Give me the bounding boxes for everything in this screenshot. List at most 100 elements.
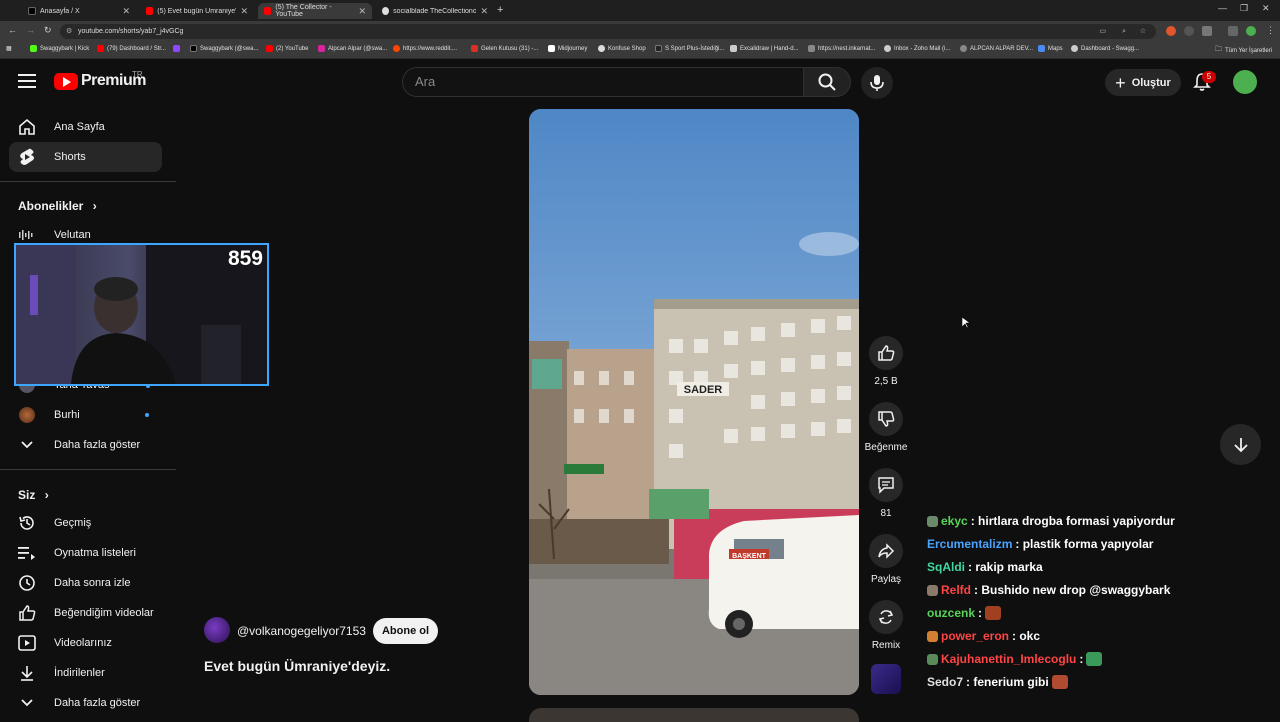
voice-search-button[interactable] [861, 67, 893, 99]
apps-grid-icon[interactable]: ▦ [6, 45, 12, 52]
bookmark-item[interactable]: Konfuse Shop [598, 45, 646, 52]
tab-title: Anasayfa / X [40, 7, 80, 15]
bookmark-item[interactable]: Swaggybark (@swa... [190, 45, 258, 52]
address-bar[interactable]: ⚙ youtube.com/shorts/yab7_j4vGCg ▭ ⌕ ☆ [60, 24, 1156, 39]
remix-button[interactable] [869, 600, 903, 634]
close-tab-icon[interactable]: ✕ [122, 6, 130, 17]
bookmark-item[interactable]: (79) Dashboard / Str... [97, 45, 166, 52]
reload-icon[interactable]: ↻ [44, 25, 52, 36]
clock-icon [18, 574, 36, 592]
browser-tab[interactable]: socialblade TheCollectionofxe ✕ [376, 3, 494, 19]
sidebar-show-more[interactable]: Daha fazla göster [9, 688, 162, 718]
forward-icon[interactable]: → [26, 25, 35, 35]
channel-name[interactable]: @volkanogegeliyor7153 [237, 624, 366, 638]
arrow-down-icon [1233, 437, 1248, 452]
browser-tab-bar: Anasayfa / X ✕ (5) Evet bugün Ümraniye'd… [0, 0, 1280, 21]
comments-button[interactable] [869, 468, 903, 502]
sidebar-item-shorts[interactable]: Shorts [9, 142, 162, 172]
bookmark-item[interactable]: ALPCAN ALPAR DEV... [960, 45, 1033, 52]
dislike-button[interactable] [869, 402, 903, 436]
you-heading[interactable]: Siz › [18, 488, 49, 502]
bookmark-item[interactable]: Inbox - Zoho Mail (i... [884, 45, 950, 52]
bookmark-item[interactable]: Midjourney [548, 45, 587, 52]
profile-avatar-icon[interactable] [1246, 26, 1256, 36]
browser-tab[interactable]: Anasayfa / X ✕ [22, 3, 136, 19]
audio-channel-thumbnail[interactable] [871, 664, 901, 694]
thumbs-up-icon [878, 345, 895, 361]
sidepanel-icon[interactable] [1228, 26, 1238, 36]
chevron-down-icon [18, 436, 36, 454]
bookmark-item[interactable]: https://nest.inkarnat... [808, 45, 875, 52]
browser-tab-active[interactable]: (5) The Collector - YouTube ✕ [258, 3, 372, 19]
bookmark-item[interactable]: Gelen Kutusu (31) -... [471, 45, 538, 52]
sidebar-item-playlists[interactable]: Oynatma listeleri [9, 538, 162, 568]
building-sign-text: SADER [684, 384, 723, 396]
subscriptions-heading[interactable]: Abonelikler › [18, 199, 97, 213]
bookmark-item[interactable] [173, 45, 183, 52]
close-tab-icon[interactable]: ✕ [480, 6, 488, 17]
create-button[interactable]: + Oluştur [1105, 69, 1181, 96]
account-avatar[interactable] [1233, 70, 1257, 94]
sidebar-item-liked-videos[interactable]: Beğendiğim videolar [9, 598, 162, 628]
channel-avatar[interactable] [204, 617, 230, 643]
bookmark-item[interactable]: (2) YouTube [266, 45, 308, 52]
sidebar-item-history[interactable]: Geçmiş [9, 508, 162, 538]
chat-message: Relfd: Bushido new drop @swaggybark [927, 583, 1170, 597]
chat-text: : fenerium gibi [966, 675, 1049, 689]
minimize-icon[interactable]: — [1218, 3, 1227, 13]
bookmarks-bar: ▦ Swaggybark | Kick (79) Dashboard / Str… [0, 42, 1280, 59]
browser-tab[interactable]: (5) Evet bugün Ümraniye'de ✕ [140, 3, 254, 19]
sidebar-item-watch-later[interactable]: Daha sonra izle [9, 568, 162, 598]
sidebar-item-subscription[interactable]: Burhi [9, 400, 162, 430]
bookmark-item[interactable]: S Sport Plus-İstediği... [655, 45, 724, 52]
all-bookmarks-folder[interactable]: 🗀 Tüm Yer İşaretleri [1215, 45, 1272, 56]
search-placeholder: Ara [415, 74, 436, 89]
bookmark-star-icon[interactable]: ☆ [1140, 24, 1146, 39]
extensions-puzzle-icon[interactable] [1202, 26, 1212, 36]
search-input[interactable]: Ara [402, 67, 804, 97]
bookmark-item[interactable]: Excalidraw | Hand-d... [730, 45, 799, 52]
chat-badge-icon [927, 515, 938, 527]
menu-hamburger-icon[interactable] [18, 74, 36, 93]
bookmark-item[interactable]: Swaggybark | Kick [30, 45, 89, 52]
youtube-logo-icon[interactable] [54, 73, 78, 90]
shorts-video-player[interactable]: SADER BAŞKENT [529, 109, 859, 695]
bookmark-item[interactable]: Dashboard - Swagg... [1071, 45, 1139, 52]
extension-icon[interactable] [1166, 26, 1176, 36]
like-button[interactable] [869, 336, 903, 370]
browser-menu-icon[interactable]: ⋮ [1266, 25, 1275, 36]
chat-username: Relfd [941, 583, 971, 597]
shorts-icon [18, 148, 36, 166]
site-info-icon[interactable]: ⚙ [66, 24, 72, 39]
bookmark-item[interactable]: Alpcan Alpar (@swa... [318, 45, 387, 52]
close-window-icon[interactable]: ✕ [1262, 3, 1270, 14]
tab-title: (5) The Collector - YouTube [275, 4, 332, 18]
sidebar-item-downloads[interactable]: İndirilenler [9, 658, 162, 688]
maximize-icon[interactable]: ❐ [1240, 3, 1248, 14]
chat-text: : [1079, 652, 1084, 666]
sidebar-item-label: Beğendiğim videolar [54, 607, 154, 619]
chat-badge-icon [927, 584, 938, 596]
zoom-icon[interactable]: ⌕ [1122, 24, 1126, 39]
subscribe-button[interactable]: Abone ol [373, 618, 438, 644]
search-button[interactable] [803, 67, 851, 97]
bookmark-item[interactable]: https://www.reddit.... [393, 45, 457, 52]
extension-icon[interactable] [1184, 26, 1194, 36]
tab-title: (5) Evet bugün Ümraniye'de [157, 7, 237, 15]
new-tab-icon[interactable]: + [497, 4, 503, 16]
next-video-button[interactable] [1220, 424, 1261, 465]
video-title: Evet bugün Ümraniye'deyiz. [204, 658, 391, 674]
bookmark-item[interactable]: Maps [1038, 45, 1063, 52]
sidebar-item-your-videos[interactable]: Videolarınız [9, 628, 162, 658]
chat-username: SqAldi [927, 560, 965, 574]
share-button[interactable] [869, 534, 903, 568]
chat-username: Kajuhanettin_Imlecoglu [941, 652, 1077, 666]
search-icon [818, 73, 836, 91]
close-tab-icon[interactable]: ✕ [358, 6, 366, 17]
globe-icon [382, 7, 390, 15]
sidebar-show-more[interactable]: Daha fazla göster [9, 430, 162, 460]
back-icon[interactable]: ← [8, 25, 17, 35]
close-tab-icon[interactable]: ✕ [240, 6, 248, 17]
sidebar-item-home[interactable]: Ana Sayfa [9, 112, 162, 142]
install-icon[interactable]: ▭ [1099, 24, 1106, 39]
